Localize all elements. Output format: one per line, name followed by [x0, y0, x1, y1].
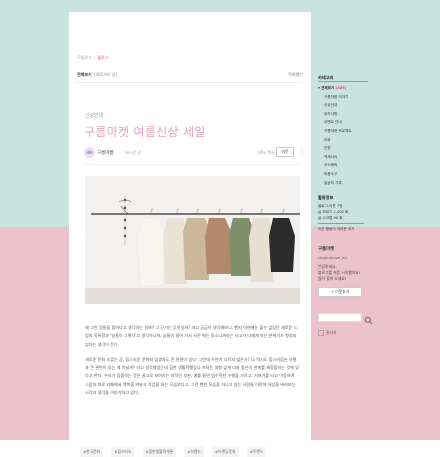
search-button[interactable]	[364, 313, 373, 325]
divider	[318, 223, 364, 224]
post-body: 왜 그런 것들을 힙하다고 생각하는 걸까? 그 근거는 무엇일까? 라고 궁금…	[85, 324, 299, 404]
search-icon	[364, 316, 373, 325]
post-title: 구름마켓 여름신상 세일	[84, 125, 206, 139]
divider	[318, 81, 368, 82]
profile-card: 구름마켓 (kogamlove_kr) 안녕하세요, 블로그를 처음 시작했어요…	[318, 247, 360, 282]
tag-item[interactable]: #트렌드	[246, 447, 267, 457]
list-bar: 전체보기 (485개의 글) 목록열기	[77, 72, 303, 79]
tag-item[interactable]: #브랜딩문화	[212, 447, 239, 457]
post-paragraph: 새로운 문화 조류는 곧, 힙스러운 문화와 탐생과도 큰 연관이 있다. 그런…	[85, 356, 299, 396]
avatar[interactable]	[84, 147, 95, 158]
tag-item[interactable]: #한국문화	[80, 447, 104, 457]
category-item[interactable]: 구름마켓 이야기	[318, 93, 378, 102]
category-item[interactable]: 리뷰	[318, 136, 378, 145]
tag-item[interactable]: #브랜드	[184, 447, 204, 457]
profile-name[interactable]: 구름마켓	[318, 247, 360, 253]
author-row: 구름마켓 18시간 전 URL 복사 이웃 ⋮	[84, 147, 305, 160]
category-item[interactable]: 미용도구	[318, 170, 378, 179]
category-item[interactable]: 신상안내	[318, 101, 378, 110]
stats-heading: 활동정보	[318, 195, 334, 200]
author-name[interactable]: 구름마켓	[97, 150, 114, 156]
activity-stats: 블로그 이웃 7명 글 보내기 1,000 회 글 스크랩 90 회 이웃 활동…	[318, 203, 364, 232]
cloud-icon	[86, 150, 93, 154]
divider	[77, 82, 303, 83]
stat-scraps: 글 스크랩 90 회	[318, 216, 343, 220]
post-paragraph: 왜 그런 것들을 힙하다고 생각하는 걸까? 그 근거는 무엇일까? 라고 궁금…	[85, 325, 298, 347]
breadcrumb-separator: ›	[93, 55, 96, 60]
tag-item[interactable]: #힙스터즈	[111, 447, 135, 457]
all-posts-link[interactable]: 전체보기	[77, 72, 92, 77]
category-item[interactable]: 이벤트 안내	[318, 118, 378, 127]
sidebar: 카테고리 ▾ 전체보기 (485) 구름마켓 이야기 신상안내 공지사항 이벤트…	[316, 0, 440, 440]
breadcrumb-home[interactable]: 구름로그	[77, 55, 92, 60]
category-item[interactable]: 액세서리	[318, 153, 378, 162]
category-item[interactable]: 공지사항	[318, 110, 378, 119]
post-count: (485개의 글)	[94, 72, 118, 77]
clothes-rack-photo	[85, 176, 300, 304]
post-category[interactable]: 신상안내	[85, 112, 103, 119]
list-toggle-button[interactable]: 목록열기	[288, 72, 303, 78]
search-input[interactable]	[318, 313, 362, 322]
post-time: 18시간 전	[124, 150, 142, 155]
category-item-all[interactable]: ▾ 전체보기 (485)	[318, 84, 378, 93]
category-item[interactable]: 구름마켓 프로젝트	[318, 127, 378, 136]
clothes-rack-illustration	[85, 176, 300, 304]
category-item[interactable]: 인형	[318, 144, 378, 153]
category-item[interactable]: 코스메틱	[318, 161, 378, 170]
divider	[84, 164, 300, 165]
neighbor-activity-link[interactable]: 이웃 활동이 어려운 보기	[318, 226, 364, 232]
category-item[interactable]: 일상의 기록	[318, 179, 378, 188]
breadcrumb-current[interactable]: 블로그	[97, 55, 108, 60]
profile-intro: 많이 찾아 오세요!	[318, 276, 347, 281]
admin-checkbox[interactable]	[318, 330, 324, 336]
url-copy-link[interactable]: URL 복사	[258, 150, 275, 156]
follow-button[interactable]: 이웃	[276, 147, 294, 157]
post-panel: 구름로그 › 블로그 전체보기 (485개의 글) 목록열기 신상안내 구름마켓 여…	[69, 12, 311, 457]
admin-row[interactable]: 관리자	[318, 330, 336, 336]
category-list: ▾ 전체보기 (485) 구름마켓 이야기 신상안내 공지사항 이벤트 안내 구…	[318, 84, 378, 187]
tag-list: #한국문화 #힙스터즈 #힙한생활학개론 #브랜드 #브랜딩문화 #트렌드	[80, 438, 300, 457]
admin-label: 관리자	[326, 330, 337, 335]
tag-item[interactable]: #힙한생활학개론	[142, 447, 177, 457]
breadcrumb: 구름로그 › 블로그	[77, 55, 108, 61]
add-neighbor-button[interactable]: + 이웃추가	[318, 287, 362, 297]
more-vertical-icon[interactable]: ⋮	[299, 148, 305, 156]
